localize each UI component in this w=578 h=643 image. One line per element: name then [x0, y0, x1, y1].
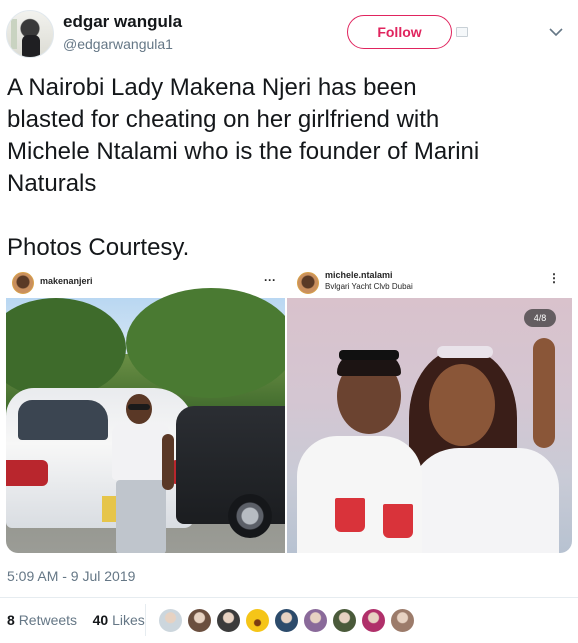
- liker-avatar[interactable]: [390, 608, 415, 633]
- avatar-figure: [22, 35, 40, 57]
- likes-stat[interactable]: 40 Likes: [93, 612, 145, 628]
- author-display-name[interactable]: edgar wangula: [63, 12, 182, 32]
- photo-1-username: makenanjeri: [40, 276, 93, 286]
- liker-avatar[interactable]: [303, 608, 328, 633]
- retweets-label: Retweets: [18, 612, 78, 628]
- hair-crown: [437, 346, 493, 358]
- woman-figure: [104, 394, 180, 553]
- divider: [0, 597, 578, 598]
- tail-light: [6, 460, 48, 486]
- tweet-photo-1[interactable]: makenanjeri ···: [6, 265, 285, 553]
- tweet-photo-2[interactable]: michele.ntalami Bvlgari Yacht Clvb Dubai…: [287, 265, 572, 553]
- stats-separator: [145, 604, 146, 636]
- sunglasses: [339, 350, 399, 360]
- likes-label: Likes: [112, 612, 145, 628]
- tweet-text: A Nairobi Lady Makena Njeri has been bla…: [7, 74, 480, 261]
- liker-avatar[interactable]: [332, 608, 357, 633]
- photo-1-scene: [6, 288, 285, 553]
- liker-avatar[interactable]: [245, 608, 270, 633]
- tweet-timestamp[interactable]: 5:09 AM - 9 Jul 2019: [7, 568, 135, 584]
- chevron-down-icon[interactable]: [549, 27, 563, 37]
- photo-2-username: michele.ntalami: [325, 270, 393, 280]
- tweet-header: edgar wangula @edgarwangula1 Follow: [0, 0, 578, 66]
- red-cup: [335, 498, 365, 532]
- liker-avatar[interactable]: [274, 608, 299, 633]
- liker-avatar[interactable]: [216, 608, 241, 633]
- car-wheel: [228, 494, 272, 538]
- photo-2-user-avatar: [297, 272, 319, 294]
- default-avatar-icon[interactable]: [158, 608, 183, 633]
- car-window: [18, 400, 108, 440]
- tree: [126, 288, 285, 398]
- follow-button[interactable]: Follow: [347, 15, 452, 49]
- tweet-stats: 8 Retweets 40 Likes: [7, 612, 145, 628]
- embed-card-icon: [456, 27, 468, 37]
- photo-counter: 4/8: [524, 309, 556, 327]
- liker-avatar[interactable]: [187, 608, 212, 633]
- photo-2-menu-icon: ⋮: [548, 271, 560, 285]
- retweets-stat[interactable]: 8 Retweets: [7, 612, 77, 628]
- photo-2-scene: [287, 298, 572, 553]
- figure-arm: [162, 434, 174, 490]
- figure-jeans: [116, 480, 166, 553]
- photo-1-user-avatar: [12, 272, 34, 294]
- retweets-count: 8: [7, 612, 15, 628]
- avatar-background: [11, 19, 17, 49]
- liker-avatar[interactable]: [361, 608, 386, 633]
- likes-count: 40: [92, 612, 109, 628]
- woman-2-head: [429, 364, 495, 446]
- red-cup: [383, 504, 413, 538]
- photo-2-location: Bvlgari Yacht Clvb Dubai: [325, 282, 413, 291]
- author-handle[interactable]: @edgarwangula1: [63, 36, 173, 52]
- sunglasses: [128, 404, 150, 410]
- raised-arm: [533, 338, 555, 448]
- photo-1-menu-icon: ···: [264, 273, 276, 287]
- white-dress: [409, 448, 559, 553]
- tree: [6, 298, 126, 398]
- photo-2-instagram-header: michele.ntalami Bvlgari Yacht Clvb Dubai…: [287, 265, 572, 298]
- author-avatar[interactable]: [6, 10, 54, 58]
